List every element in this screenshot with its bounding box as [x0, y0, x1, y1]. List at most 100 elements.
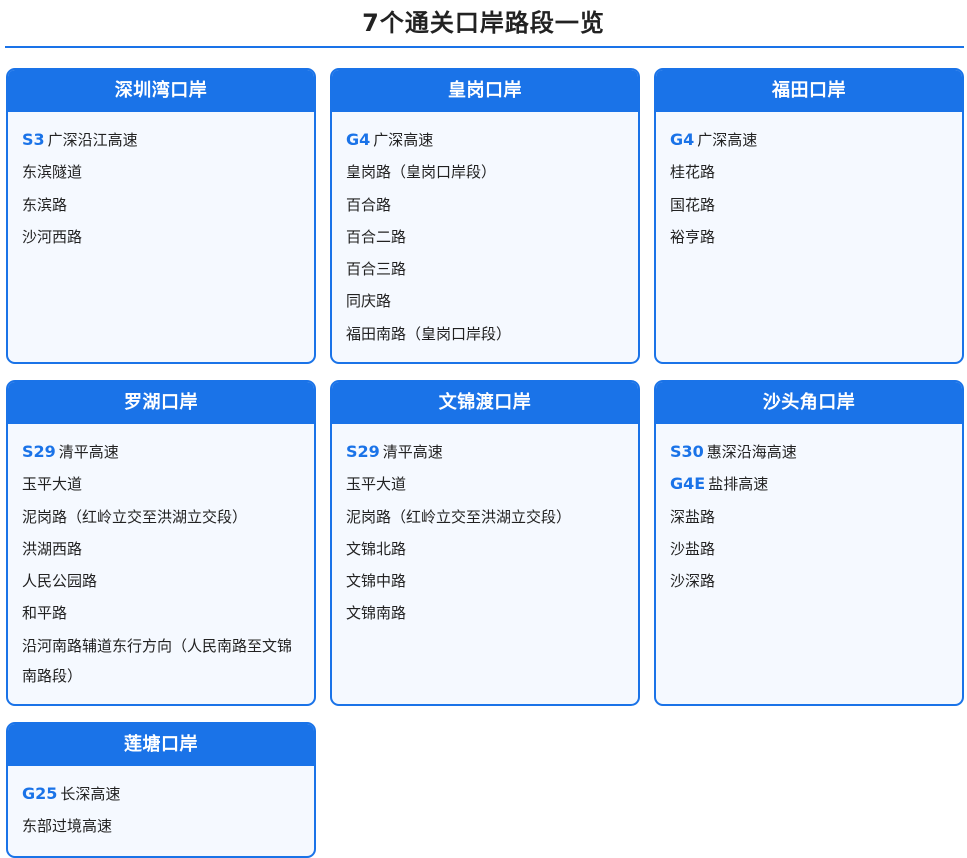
road-name: 深盐路: [670, 507, 716, 526]
title-divider: [5, 46, 964, 48]
road-name: 广深高速: [697, 131, 758, 149]
road-name: 沙盐路: [670, 539, 716, 558]
page-title: 7个通关口岸路段一览: [362, 9, 605, 37]
road-item: 国花路: [670, 190, 948, 220]
port-card-title: 莲塘口岸: [8, 724, 314, 766]
road-item: S3 广深沿江高速: [22, 125, 300, 155]
road-name: 桂花路: [670, 163, 716, 182]
road-name: 东部过境高速: [22, 817, 113, 836]
road-item: 沿河南路辅道东行方向（人民南路至文锦南路段）: [22, 631, 300, 691]
road-name: 文锦中路: [346, 572, 407, 591]
road-list: G4 广深高速皇岗路（皇岗口岸段） 百合路百合二路百合三路同庆路福田南路（皇岗口岸段…: [332, 112, 638, 361]
road-item: 沙深路: [670, 566, 948, 596]
road-item: G25 长深高速: [22, 779, 300, 809]
road-name: 沙河西路: [22, 227, 83, 246]
road-name: 同庆路: [346, 292, 392, 311]
road-item: S29 清平高速: [346, 437, 624, 467]
road-code: G25: [22, 784, 58, 803]
road-item: 玉平大道: [22, 469, 300, 499]
road-code: G4: [670, 130, 695, 149]
road-item: 东滨路: [22, 190, 300, 220]
road-item: 裕亨路: [670, 222, 948, 252]
road-item: 文锦南路: [346, 598, 624, 628]
road-name: 广深沿江高速: [47, 131, 138, 149]
road-name: 百合路: [346, 195, 392, 214]
road-item: 文锦北路: [346, 534, 624, 564]
road-name: 清平高速: [382, 443, 443, 461]
port-card-title: 沙头角口岸: [656, 382, 962, 424]
road-item: 深盐路: [670, 502, 948, 532]
port-card-title: 罗湖口岸: [8, 382, 314, 424]
road-name: 文锦北路: [346, 539, 407, 558]
road-item: 泥岗路（红岭立交至洪湖立交段）: [22, 502, 300, 532]
port-card: 沙头角口岸 S30 惠深沿海高速 G4E 盐排高速 深盐路 沙盐路 沙深路: [654, 380, 964, 706]
road-item: 沙盐路: [670, 534, 948, 564]
road-list: S3 广深沿江高速东滨隧道东滨路沙河西路: [8, 112, 314, 264]
road-list: S30 惠深沿海高速 G4E 盐排高速 深盐路 沙盐路 沙深路: [656, 424, 962, 608]
road-code: S29: [22, 442, 56, 461]
road-item: 沙河西路: [22, 222, 300, 252]
road-item: 东部过境高速: [22, 811, 300, 841]
road-item: 同庆路: [346, 286, 624, 316]
road-item: G4 广深高速: [670, 125, 948, 155]
road-list: S29 清平高速玉平大道泥岗路（红岭立交至洪湖立交段） 洪湖西路人民公园路和平路沿河…: [8, 424, 314, 703]
port-card: 莲塘口岸 G25 长深高速 东部过境高速: [6, 722, 316, 858]
road-item: 人民公园路: [22, 566, 300, 596]
port-card: 罗湖口岸 S29 清平高速玉平大道泥岗路（红岭立交至洪湖立交段） 洪湖西路人民公园路和…: [6, 380, 316, 706]
port-card-title: 文锦渡口岸: [332, 382, 638, 424]
road-item: G4 广深高速: [346, 125, 624, 155]
road-item: 泥岗路（红岭立交至洪湖立交段）: [346, 502, 624, 532]
road-name: 长深高速: [60, 785, 121, 803]
road-name: 沿河南路辅道东行方向（人民南路至文锦南路段）: [22, 636, 293, 685]
port-card-title: 深圳湾口岸: [8, 70, 314, 112]
road-name: 人民公园路: [22, 572, 98, 591]
road-name: 广深高速: [373, 131, 434, 149]
road-item: 和平路: [22, 598, 300, 628]
road-item: 洪湖西路: [22, 534, 300, 564]
road-name: 国花路: [670, 195, 716, 214]
road-item: 桂花路: [670, 157, 948, 187]
road-name: 和平路: [22, 604, 68, 623]
road-name: 东滨路: [22, 195, 68, 214]
port-card-title: 皇岗口岸: [332, 70, 638, 112]
road-name: 东滨隧道: [22, 163, 83, 182]
port-card: 福田口岸 G4 广深高速 桂花路 国花路 裕亨路: [654, 68, 964, 364]
road-name: 盐排高速: [708, 475, 769, 494]
road-name: 清平高速: [58, 443, 119, 461]
port-grid: 深圳湾口岸 S3 广深沿江高速 东滨隧道 东滨路 沙河西路 皇岗口岸 G4 广深高速 皇岗路（皇岗…: [6, 68, 964, 858]
road-name: 皇岗路（皇岗口岸段）: [346, 163, 497, 182]
road-name: 惠深沿海高速: [706, 443, 797, 461]
port-card-title: 福田口岸: [656, 70, 962, 112]
road-name: 百合二路: [346, 227, 407, 246]
road-item: 皇岗路（皇岗口岸段）: [346, 157, 624, 187]
road-item: 百合路: [346, 190, 624, 220]
road-item: 百合二路: [346, 222, 624, 252]
port-card: 文锦渡口岸 S29 清平高速玉平大道泥岗路（红岭立交至洪湖立交段） 文锦北路文锦中路文…: [330, 380, 640, 706]
road-item: 玉平大道: [346, 469, 624, 499]
road-code: S30: [670, 442, 704, 461]
road-code: S3: [22, 130, 45, 149]
port-card: 深圳湾口岸 S3 广深沿江高速 东滨隧道 东滨路 沙河西路: [6, 68, 316, 364]
road-item: 文锦中路: [346, 566, 624, 596]
road-list: S29 清平高速玉平大道泥岗路（红岭立交至洪湖立交段） 文锦北路文锦中路文锦南路: [332, 424, 638, 641]
road-name: 文锦南路: [346, 604, 407, 623]
road-name: 玉平大道: [22, 475, 83, 494]
road-name: 泥岗路（红岭立交至洪湖立交段）: [346, 507, 572, 526]
port-card: 皇岗口岸 G4 广深高速皇岗路（皇岗口岸段） 百合路百合二路百合三路同庆路福田南路（皇…: [330, 68, 640, 364]
road-list: G4 广深高速桂花路国花路裕亨路: [656, 112, 962, 264]
road-name: 洪湖西路: [22, 539, 83, 558]
road-item: S29 清平高速: [22, 437, 300, 467]
road-name: 福田南路（皇岗口岸段）: [346, 324, 512, 343]
road-name: 玉平大道: [346, 475, 407, 494]
road-list: G25 长深高速东部过境高速: [8, 766, 314, 854]
road-code: G4: [346, 130, 371, 149]
road-item: G4E 盐排高速: [670, 469, 948, 499]
road-item: 东滨隧道: [22, 157, 300, 187]
road-name: 沙深路: [670, 572, 716, 591]
road-code: S29: [346, 442, 380, 461]
road-code: G4E: [670, 474, 706, 494]
road-item: S30 惠深沿海高速: [670, 437, 948, 467]
road-item: 百合三路: [346, 254, 624, 284]
road-name: 百合三路: [346, 260, 407, 279]
road-name: 泥岗路（红岭立交至洪湖立交段）: [22, 507, 248, 526]
